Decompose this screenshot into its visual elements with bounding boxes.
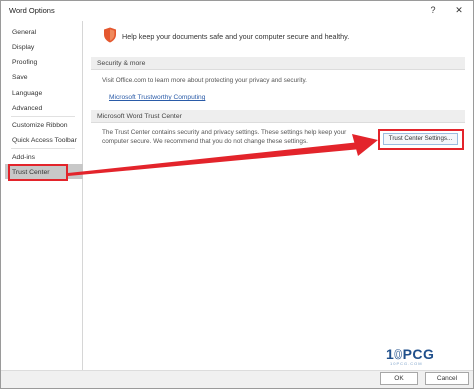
highlight-box-trust-center bbox=[8, 164, 68, 181]
help-button[interactable]: ? bbox=[426, 3, 440, 17]
highlight-box-settings-button bbox=[378, 129, 464, 150]
trust-center-description-line2: computer secure. We recommend that you d… bbox=[102, 138, 308, 145]
nav-item-save[interactable]: Save bbox=[12, 74, 28, 81]
trust-center-description-line1: The Trust Center contains security and p… bbox=[102, 129, 347, 136]
nav-item-display[interactable]: Display bbox=[12, 44, 34, 51]
nav-item-customize-ribbon[interactable]: Customize Ribbon bbox=[12, 122, 68, 129]
nav-item-advanced[interactable]: Advanced bbox=[12, 105, 42, 112]
nav-item-general[interactable]: General bbox=[12, 29, 36, 36]
nav-item-proofing[interactable]: Proofing bbox=[12, 59, 37, 66]
watermark-logo: 10PCG bbox=[386, 346, 435, 363]
section-header-trust-center: Microsoft Word Trust Center bbox=[91, 110, 465, 123]
close-button[interactable]: ✕ bbox=[452, 3, 466, 17]
nav-item-quick-access-toolbar[interactable]: Quick Access Toolbar bbox=[12, 137, 77, 144]
section-title: Microsoft Word Trust Center bbox=[97, 113, 182, 120]
nav-divider bbox=[11, 116, 75, 117]
nav-item-add-ins[interactable]: Add-ins bbox=[12, 154, 35, 161]
shield-icon bbox=[104, 27, 116, 43]
watermark-subtext: 10PCG.COM bbox=[390, 361, 423, 366]
title-bar: Word Options bbox=[1, 1, 473, 21]
section-header-security: Security & more bbox=[91, 57, 465, 70]
security-description: Visit Office.com to learn more about pro… bbox=[102, 77, 307, 84]
trustworthy-computing-link[interactable]: Microsoft Trustworthy Computing bbox=[109, 94, 205, 101]
section-title: Security & more bbox=[97, 60, 146, 67]
nav-divider bbox=[11, 148, 75, 149]
ok-button[interactable]: OK bbox=[380, 372, 418, 385]
page-header-text: Help keep your documents safe and your c… bbox=[122, 32, 350, 41]
nav-item-language[interactable]: Language bbox=[12, 90, 42, 97]
cancel-button[interactable]: Cancel bbox=[425, 372, 469, 385]
window-title: Word Options bbox=[9, 6, 55, 15]
